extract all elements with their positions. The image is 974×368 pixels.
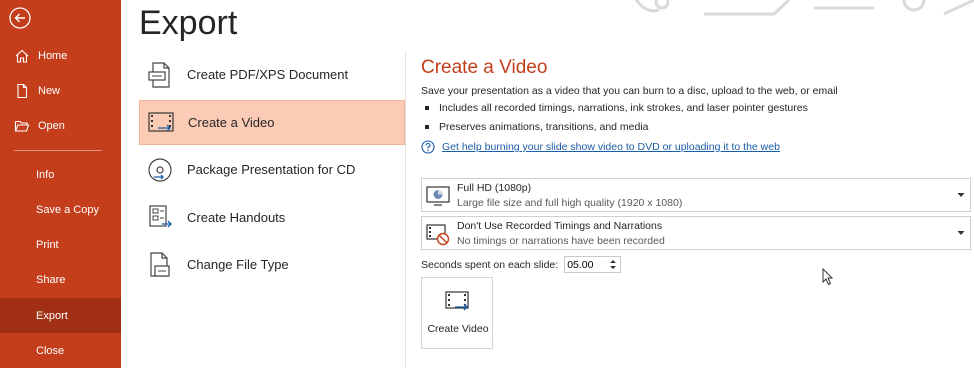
panel-divider bbox=[405, 52, 406, 368]
create-video-label: Create Video bbox=[427, 323, 489, 335]
sidebar-item-label: New bbox=[38, 84, 61, 97]
option-label: Create Handouts bbox=[187, 209, 286, 225]
bullet-item: Includes all recorded timings, narration… bbox=[425, 102, 808, 114]
cd-package-icon bbox=[145, 155, 175, 185]
chevron-down-icon bbox=[957, 193, 965, 197]
quality-selected: Full HD (1080p) bbox=[457, 182, 532, 194]
stepper-arrows-icon[interactable] bbox=[608, 258, 618, 271]
sidebar-item-print[interactable]: Print bbox=[0, 227, 121, 262]
seconds-input[interactable] bbox=[567, 258, 604, 271]
sidebar-item-home[interactable]: Home bbox=[0, 38, 121, 73]
backstage-sidebar: Home New Open Info Save a Copy Print Sha… bbox=[0, 0, 121, 368]
bullet-dot-icon bbox=[425, 106, 429, 111]
sidebar-item-label: Export bbox=[36, 309, 68, 322]
mouse-pointer-icon bbox=[822, 268, 834, 286]
video-filmstrip-icon bbox=[146, 107, 176, 137]
sidebar-item-new[interactable]: New bbox=[0, 73, 121, 108]
seconds-label: Seconds spent on each slide: bbox=[421, 258, 559, 271]
bullet-item: Preserves animations, transitions, and m… bbox=[425, 121, 649, 133]
sidebar-item-label: Print bbox=[36, 238, 59, 251]
section-description: Save your presentation as a video that y… bbox=[421, 85, 838, 97]
seconds-row: Seconds spent on each slide: bbox=[421, 256, 622, 273]
video-filmstrip-icon bbox=[444, 288, 472, 316]
sidebar-item-label: Close bbox=[36, 344, 65, 357]
bullet-dot-icon bbox=[425, 125, 429, 130]
sidebar-item-open[interactable]: Open bbox=[0, 108, 121, 143]
export-options-list: Create PDF/XPS Document Create a Video P… bbox=[139, 52, 405, 290]
back-button[interactable] bbox=[8, 6, 32, 30]
sidebar-divider bbox=[14, 150, 102, 151]
back-arrow-icon bbox=[9, 7, 31, 29]
seconds-stepper[interactable] bbox=[564, 256, 622, 273]
timings-selected: Don't Use Recorded Timings and Narration… bbox=[457, 220, 663, 232]
pdf-document-icon bbox=[145, 60, 175, 90]
timings-dropdown[interactable]: Don't Use Recorded Timings and Narration… bbox=[421, 216, 971, 250]
help-link[interactable]: Get help burning your slide show video t… bbox=[442, 141, 780, 153]
sidebar-item-label: Share bbox=[36, 273, 66, 286]
sidebar-item-label: Open bbox=[38, 119, 65, 132]
section-title: Create a Video bbox=[421, 57, 548, 78]
help-question-icon bbox=[421, 140, 435, 154]
page-title: Export bbox=[139, 4, 238, 42]
sidebar-item-label: Home bbox=[38, 49, 68, 62]
option-package-for-cd[interactable]: Package Presentation for CD bbox=[139, 147, 405, 192]
quality-dropdown[interactable]: Full HD (1080p) Large file size and full… bbox=[421, 178, 971, 212]
create-video-button[interactable]: Create Video bbox=[421, 277, 493, 349]
sidebar-item-share[interactable]: Share bbox=[0, 262, 121, 297]
new-document-icon bbox=[14, 83, 30, 99]
handouts-icon bbox=[145, 202, 175, 232]
sidebar-item-info[interactable]: Info bbox=[0, 157, 121, 192]
option-label: Create a Video bbox=[188, 114, 275, 130]
sidebar-item-label: Save a Copy bbox=[36, 203, 99, 216]
option-label: Create PDF/XPS Document bbox=[187, 67, 349, 82]
sidebar-item-label: Info bbox=[36, 168, 55, 181]
sidebar-item-close[interactable]: Close bbox=[0, 333, 121, 368]
quality-detail: Large file size and full high quality (1… bbox=[457, 197, 683, 209]
option-change-file-type[interactable]: Change File Type bbox=[139, 242, 405, 287]
monitor-icon bbox=[425, 183, 451, 209]
sidebar-item-save-a-copy[interactable]: Save a Copy bbox=[0, 192, 121, 227]
change-file-type-icon bbox=[145, 250, 175, 280]
home-icon bbox=[14, 48, 30, 64]
no-timings-icon bbox=[425, 221, 451, 247]
bullet-text: Preserves animations, transitions, and m… bbox=[439, 121, 649, 133]
option-create-pdf-xps[interactable]: Create PDF/XPS Document bbox=[139, 52, 405, 97]
option-label: Change File Type bbox=[187, 257, 289, 272]
decorative-pattern-icon bbox=[634, 0, 974, 16]
option-create-video[interactable]: Create a Video bbox=[139, 99, 405, 145]
help-link-row: Get help burning your slide show video t… bbox=[421, 140, 780, 154]
sidebar-item-export[interactable]: Export bbox=[0, 298, 121, 333]
option-create-handouts[interactable]: Create Handouts bbox=[139, 195, 405, 240]
chevron-down-icon bbox=[957, 231, 965, 235]
timings-detail: No timings or narrations have been recor… bbox=[457, 235, 665, 247]
folder-open-icon bbox=[14, 118, 30, 134]
bullet-text: Includes all recorded timings, narration… bbox=[439, 102, 808, 114]
option-label: Package Presentation for CD bbox=[187, 162, 356, 177]
